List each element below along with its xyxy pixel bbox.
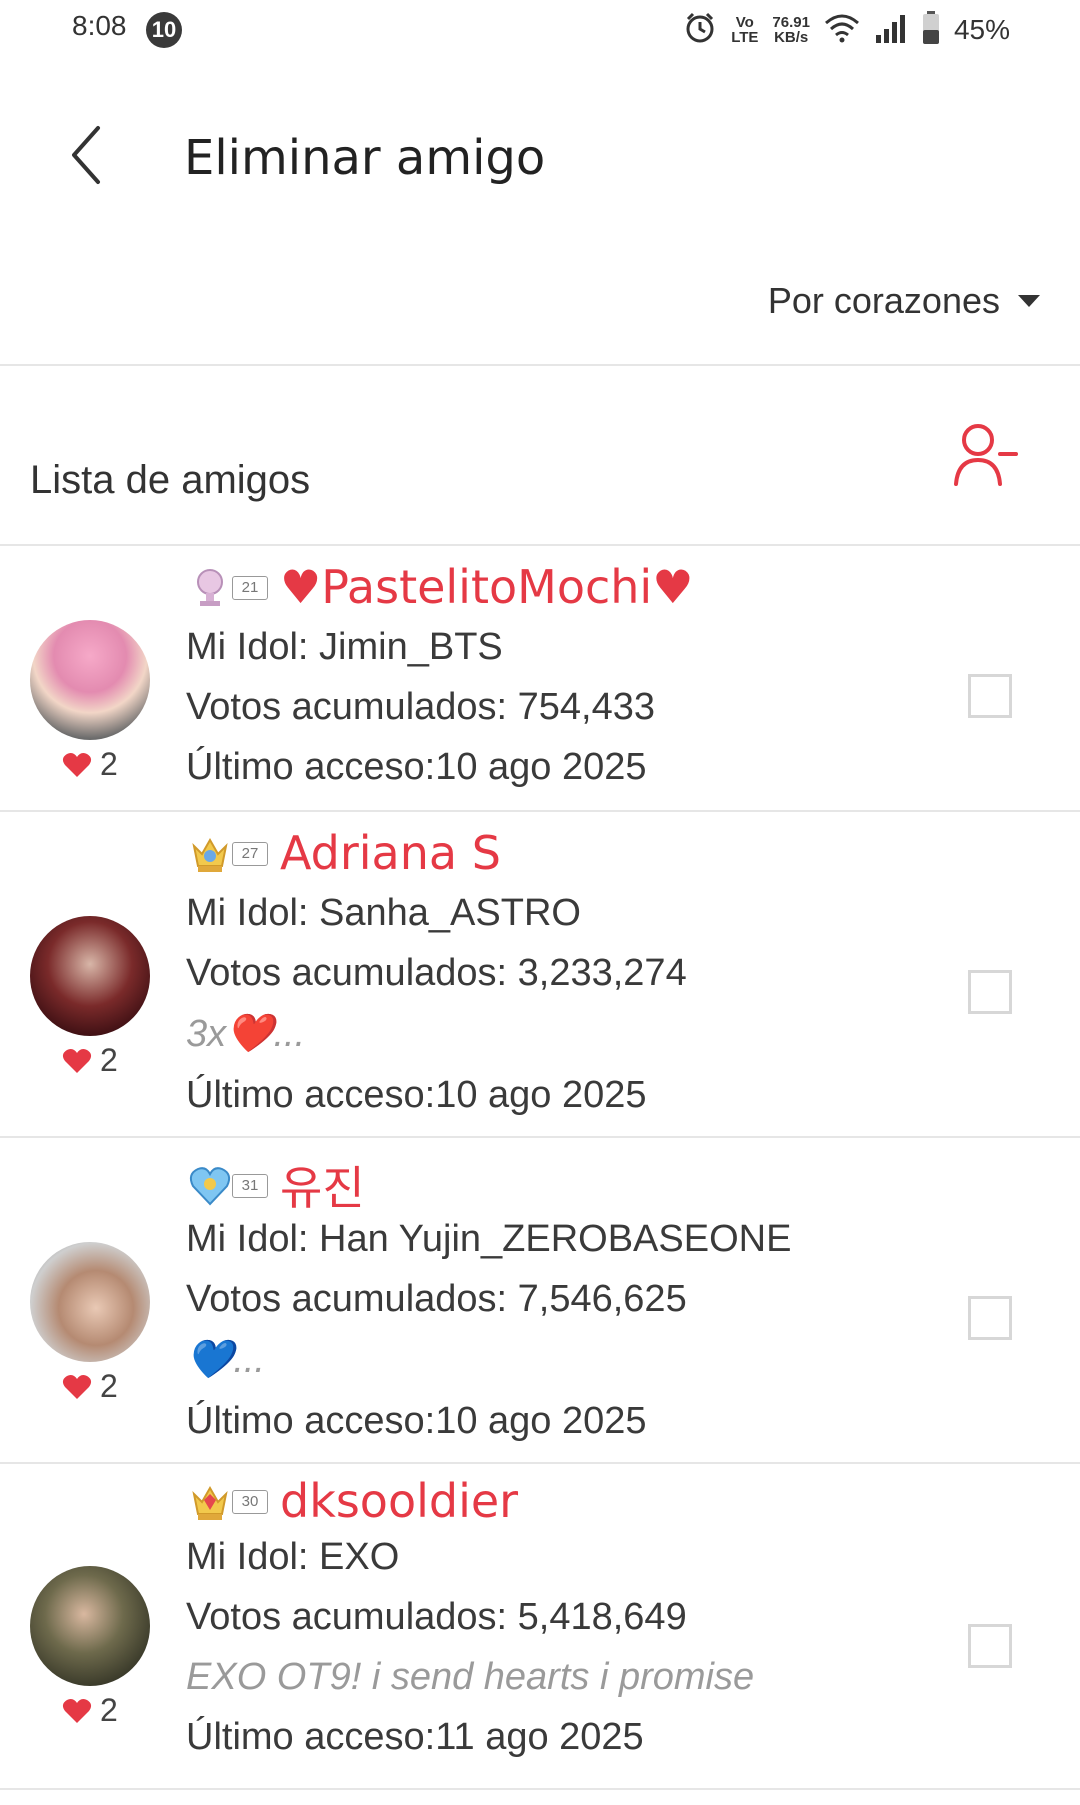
votes-text: Votos acumulados: 754,433 <box>186 686 656 728</box>
select-checkbox[interactable] <box>968 1624 1012 1668</box>
avatar <box>30 620 150 740</box>
select-checkbox[interactable] <box>968 1296 1012 1340</box>
heart-crest-icon <box>189 1167 231 1206</box>
remove-friend-icon[interactable] <box>952 420 1020 490</box>
level-badge: 31 <box>188 1164 268 1206</box>
status-icons: Vo LTE 76.91 KB/s 45% <box>683 8 1010 52</box>
hearts-count: 2 <box>62 1368 118 1405</box>
sort-dropdown[interactable]: Por corazones <box>768 280 1040 322</box>
signal-icon <box>874 13 908 48</box>
heart-icon <box>62 1048 92 1073</box>
friend-row[interactable]: 2 27 Adriana S Mi Idol: Sanha_ASTRO Voto… <box>0 812 1080 1136</box>
heart-icon <box>62 1374 92 1399</box>
status-bar: 8:08 10 Vo LTE 76.91 KB/s 45% <box>0 0 1080 60</box>
list-title: Lista de amigos <box>30 458 311 502</box>
name-line: 27 Adriana S <box>188 826 501 880</box>
select-checkbox[interactable] <box>968 970 1012 1014</box>
divider <box>0 364 1080 366</box>
status-message: 3x❤️... <box>186 1013 306 1055</box>
battery-icon <box>922 10 940 50</box>
app-bar: Eliminar amigo <box>0 90 1080 230</box>
votes-text: Votos acumulados: 3,233,274 <box>186 952 687 994</box>
status-message: EXO OT9! i send hearts i promise <box>186 1656 755 1698</box>
divider <box>0 1788 1080 1790</box>
name-line: 30 dksooldier <box>188 1474 518 1528</box>
network-speed: 76.91 KB/s <box>772 14 810 46</box>
idol-text: Mi Idol: Sanha_ASTRO <box>186 892 581 934</box>
status-message: 💙... <box>186 1339 265 1381</box>
trophy-icon <box>197 569 223 606</box>
friend-row[interactable]: 2 30 dksooldier Mi Idol: EXO Votos acumu… <box>0 1464 1080 1788</box>
back-arrow-icon <box>72 126 100 184</box>
votes-text: Votos acumulados: 5,418,649 <box>186 1596 687 1638</box>
friend-row[interactable]: 2 31 유진 Mi Idol: Han Yujin_ZEROBASEONE V… <box>0 1138 1080 1462</box>
last-access-text: Último acceso:10 ago 2025 <box>186 1400 647 1442</box>
crown-badge-icon <box>192 837 228 872</box>
heart-icon <box>62 1698 92 1723</box>
name-line: 31 유진 <box>188 1152 365 1218</box>
idol-text: Mi Idol: Jimin_BTS <box>186 626 503 668</box>
page-title: Eliminar amigo <box>184 130 546 186</box>
friend-row[interactable]: 2 21 ♥PastelitoMochi♥ Mi Idol: Jimin_BTS… <box>0 546 1080 810</box>
sort-label: Por corazones <box>767 280 1000 321</box>
votes-text: Votos acumulados: 7,546,625 <box>186 1278 687 1320</box>
username: Adriana S <box>280 826 501 880</box>
caret-down-icon <box>1018 295 1040 307</box>
idol-text: Mi Idol: Han Yujin_ZEROBASEONE <box>186 1218 792 1260</box>
username: 유진 <box>280 1161 365 1215</box>
hearts-count: 2 <box>62 1692 118 1729</box>
select-checkbox[interactable] <box>968 674 1012 718</box>
hearts-count: 2 <box>62 1042 118 1079</box>
name-line: 21 ♥PastelitoMochi♥ <box>188 560 693 614</box>
heart-icon <box>62 752 92 777</box>
last-access-text: Último acceso:10 ago 2025 <box>186 1074 647 1116</box>
level-badge: 27 <box>188 832 268 874</box>
battery-percent: 45% <box>953 14 1010 45</box>
avatar <box>30 1242 150 1362</box>
gem-crown-icon <box>192 1485 228 1520</box>
username: dksooldier <box>280 1474 519 1528</box>
volte-indicator: Vo LTE <box>731 14 759 46</box>
avatar <box>30 1566 150 1686</box>
level-badge: 21 <box>188 566 268 608</box>
notification-count-badge: 10 <box>146 12 182 48</box>
hearts-count: 2 <box>62 746 118 783</box>
last-access-text: Último acceso:11 ago 2025 <box>186 1716 644 1758</box>
idol-text: Mi Idol: EXO <box>186 1536 400 1578</box>
back-button[interactable] <box>60 120 120 190</box>
wifi-icon <box>824 13 860 48</box>
username: ♥PastelitoMochi♥ <box>280 560 694 614</box>
alarm-icon <box>683 11 717 50</box>
avatar <box>30 916 150 1036</box>
last-access-text: Último acceso:10 ago 2025 <box>186 746 647 788</box>
status-time: 8:08 <box>72 10 127 41</box>
level-badge: 30 <box>188 1480 268 1522</box>
